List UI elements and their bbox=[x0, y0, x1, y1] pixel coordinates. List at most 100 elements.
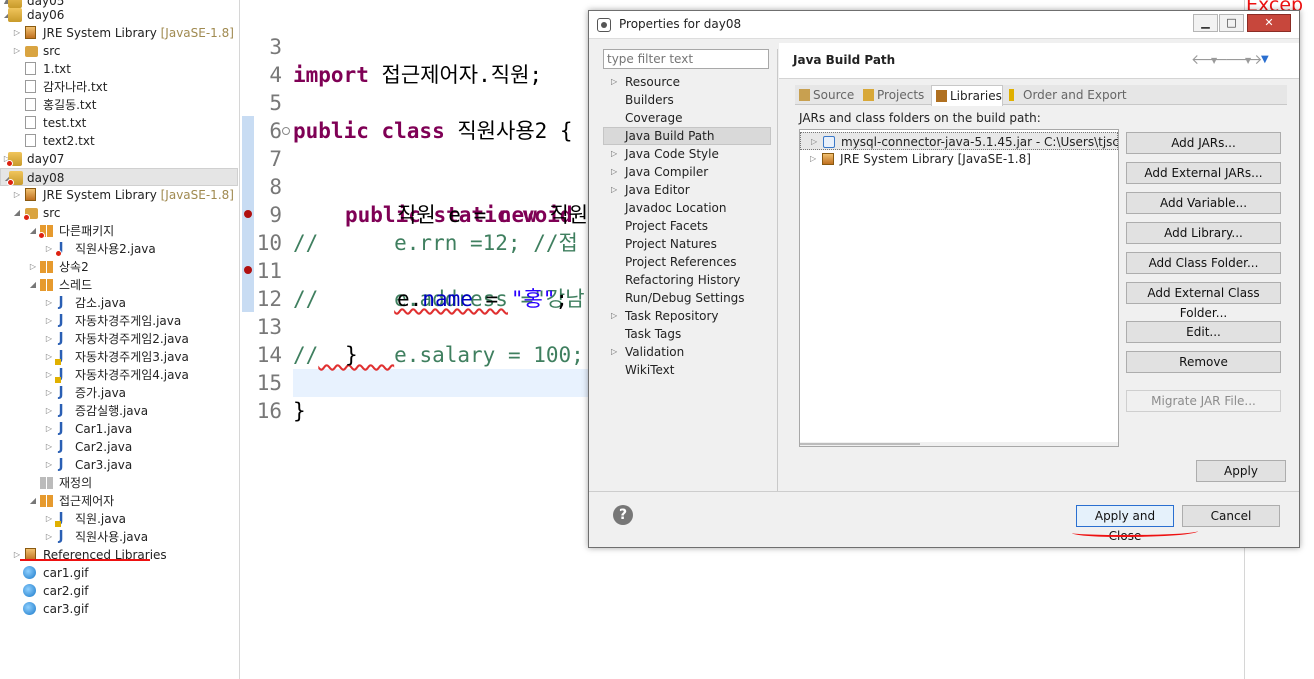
collapsed-icon[interactable]: ▷ bbox=[44, 240, 54, 258]
code-line[interactable]: 16 bbox=[242, 369, 293, 423]
code-line[interactable]: 8 직원 e = new 직원( bbox=[242, 145, 600, 227]
nav-item-coverage[interactable]: Coverage bbox=[603, 109, 771, 127]
code-line[interactable]: 4 bbox=[242, 33, 293, 87]
nav-item-javadoc-location[interactable]: Javadoc Location bbox=[603, 199, 771, 217]
tree-item-day08[interactable]: ◢ day08 bbox=[0, 168, 238, 186]
tab-projects[interactable]: Projects bbox=[859, 85, 931, 105]
collapsed-icon[interactable]: ▷ bbox=[44, 456, 54, 474]
code-line[interactable]: 7 public static void bbox=[242, 117, 573, 227]
add-jars-button[interactable]: Add JARs... bbox=[1126, 132, 1281, 154]
tree-item-package[interactable]: ◢ 접근제어자 bbox=[0, 492, 239, 510]
migrate-jar-button[interactable]: Migrate JAR File... bbox=[1126, 390, 1281, 412]
tree-item-package[interactable]: 재정의 bbox=[0, 474, 239, 492]
tree-item-gif[interactable]: car3.gif bbox=[0, 600, 239, 618]
fold-icon[interactable] bbox=[282, 127, 290, 135]
minimize-button[interactable]: ▁ bbox=[1193, 14, 1218, 32]
collapsed-icon[interactable]: ▷ bbox=[44, 366, 54, 384]
code-line[interactable]: 5 public class 직원사용2 { bbox=[242, 61, 572, 143]
tree-item-src[interactable]: ▷ src bbox=[0, 42, 239, 60]
tree-item-java-file[interactable]: ▷ J 자동차경주게임.java bbox=[0, 312, 239, 330]
expanded-icon[interactable]: ◢ bbox=[12, 204, 22, 222]
nav-item-project-natures[interactable]: Project Natures bbox=[603, 235, 771, 253]
tree-item-file[interactable]: 홍길동.txt bbox=[0, 96, 239, 114]
add-external-class-folder-button[interactable]: Add External Class Folder... bbox=[1126, 282, 1281, 320]
collapsed-icon[interactable]: ▷ bbox=[28, 258, 38, 276]
nav-item-java-editor[interactable]: ▷ Java Editor bbox=[603, 181, 771, 199]
filter-input[interactable] bbox=[603, 49, 769, 69]
tree-item-java-file[interactable]: ▷ J 감소.java bbox=[0, 294, 239, 312]
tree-item-src[interactable]: ◢ src bbox=[0, 204, 239, 222]
libraries-list[interactable]: ▷ mysql-connector-java-5.1.45.jar - C:\U… bbox=[799, 129, 1119, 447]
help-icon[interactable]: ? bbox=[613, 505, 633, 525]
tree-item-java-file[interactable]: ▷ J 자동차경주게임4.java bbox=[0, 366, 239, 384]
collapsed-icon[interactable]: ▷ bbox=[44, 402, 54, 420]
collapsed-icon[interactable]: ▷ bbox=[611, 343, 617, 361]
collapsed-icon[interactable]: ▷ bbox=[44, 510, 54, 528]
error-marker-icon[interactable] bbox=[244, 210, 252, 218]
add-library-button[interactable]: Add Library... bbox=[1126, 222, 1281, 244]
sash-divider[interactable] bbox=[777, 49, 778, 491]
add-variable-button[interactable]: Add Variable... bbox=[1126, 192, 1281, 214]
code-line[interactable]: 3 import 접근제어자.직원; bbox=[242, 5, 542, 87]
tree-item-java-file[interactable]: ▷ J 증가.java bbox=[0, 384, 239, 402]
tree-item-java-file[interactable]: ▷ J Car2.java bbox=[0, 438, 239, 456]
code-line[interactable]: 10 // e.address ="강남 bbox=[242, 201, 585, 311]
collapsed-icon[interactable]: ▷ bbox=[810, 150, 816, 168]
cancel-button[interactable]: Cancel bbox=[1182, 505, 1280, 527]
tree-item-java-file[interactable]: ▷ J 자동차경주게임2.java bbox=[0, 330, 239, 348]
collapsed-icon[interactable]: ▷ bbox=[44, 384, 54, 402]
horizontal-scrollbar[interactable] bbox=[800, 442, 1118, 446]
code-line[interactable]: 14 bbox=[242, 313, 293, 367]
back-arrow-icon[interactable]: 🡐 bbox=[1191, 51, 1229, 68]
tab-libraries[interactable]: Libraries bbox=[931, 85, 1003, 106]
list-item[interactable]: ▷ JRE System Library [JavaSE-1.8] bbox=[800, 150, 1118, 168]
nav-item-task-tags[interactable]: Task Tags bbox=[603, 325, 771, 343]
tree-item-package[interactable]: ▷ 상속2 bbox=[0, 258, 239, 276]
maximize-button[interactable]: □ bbox=[1219, 14, 1244, 32]
collapsed-icon[interactable]: ▷ bbox=[44, 330, 54, 348]
tree-item-java-file[interactable]: ▷ J 직원사용2.java bbox=[0, 240, 239, 258]
tree-item-java-file[interactable]: ▷ J Car3.java bbox=[0, 456, 239, 474]
nav-item-refactoring-history[interactable]: Refactoring History bbox=[603, 271, 771, 289]
add-class-folder-button[interactable]: Add Class Folder... bbox=[1126, 252, 1281, 274]
add-external-jars-button[interactable]: Add External JARs... bbox=[1126, 162, 1281, 184]
nav-item-java-compiler[interactable]: ▷ Java Compiler bbox=[603, 163, 771, 181]
collapsed-icon[interactable]: ▷ bbox=[44, 294, 54, 312]
nav-item-builders[interactable]: Builders bbox=[603, 91, 771, 109]
collapsed-icon[interactable]: ▷ bbox=[611, 73, 617, 91]
tree-item-java-file[interactable]: ▷ J 증감실행.java bbox=[0, 402, 239, 420]
tree-item-referenced-libraries[interactable]: ▷ Referenced Libraries bbox=[0, 546, 239, 564]
tree-item-file[interactable]: 1.txt bbox=[0, 60, 239, 78]
collapsed-icon[interactable]: ▷ bbox=[44, 438, 54, 456]
collapsed-icon[interactable]: ▷ bbox=[611, 181, 617, 199]
nav-item-task-repository[interactable]: ▷ Task Repository bbox=[603, 307, 771, 325]
tree-item-java-file[interactable]: ▷ J Car1.java bbox=[0, 420, 239, 438]
collapsed-icon[interactable]: ▷ bbox=[611, 163, 617, 181]
collapsed-icon[interactable]: ▷ bbox=[12, 24, 22, 42]
edit-button[interactable]: Edit... bbox=[1126, 321, 1281, 343]
tree-item-day07[interactable]: ▷ day07 bbox=[0, 150, 239, 168]
tree-item-file[interactable]: test.txt bbox=[0, 114, 239, 132]
nav-item-project-references[interactable]: Project References bbox=[603, 253, 771, 271]
expanded-icon[interactable]: ◢ bbox=[28, 492, 38, 510]
nav-item-java-build-path[interactable]: Java Build Path bbox=[603, 127, 771, 145]
close-button[interactable]: ✕ bbox=[1247, 14, 1291, 32]
collapsed-icon[interactable]: ▷ bbox=[12, 546, 22, 564]
tree-item-gif[interactable]: car1.gif bbox=[0, 564, 239, 582]
collapsed-icon[interactable]: ▷ bbox=[44, 420, 54, 438]
expanded-icon[interactable]: ◢ bbox=[28, 276, 38, 294]
nav-item-resource[interactable]: ▷ Resource bbox=[603, 73, 771, 91]
tree-item-file[interactable]: text2.txt bbox=[0, 132, 239, 150]
collapsed-icon[interactable]: ▷ bbox=[44, 348, 54, 366]
dialog-titlebar[interactable]: Properties for day08 ▁ □ ✕ bbox=[589, 11, 1299, 39]
tree-item-java-file[interactable]: ▷ J 직원사용.java bbox=[0, 528, 239, 546]
code-line[interactable]: 6 bbox=[242, 89, 293, 143]
list-item[interactable]: ▷ mysql-connector-java-5.1.45.jar - C:\U… bbox=[800, 132, 1118, 150]
tree-item-jre-library[interactable]: ▷ JRE System Library [JavaSE-1.8] bbox=[0, 24, 239, 42]
collapsed-icon[interactable]: ▷ bbox=[811, 133, 817, 151]
collapsed-icon[interactable]: ▷ bbox=[44, 312, 54, 330]
remove-button[interactable]: Remove bbox=[1126, 351, 1281, 373]
tree-item-java-file[interactable]: ▷ J 자동차경주게임3.java bbox=[0, 348, 239, 366]
tree-item-gif[interactable]: car2.gif bbox=[0, 582, 239, 600]
code-line[interactable]: 15 } bbox=[242, 341, 306, 423]
